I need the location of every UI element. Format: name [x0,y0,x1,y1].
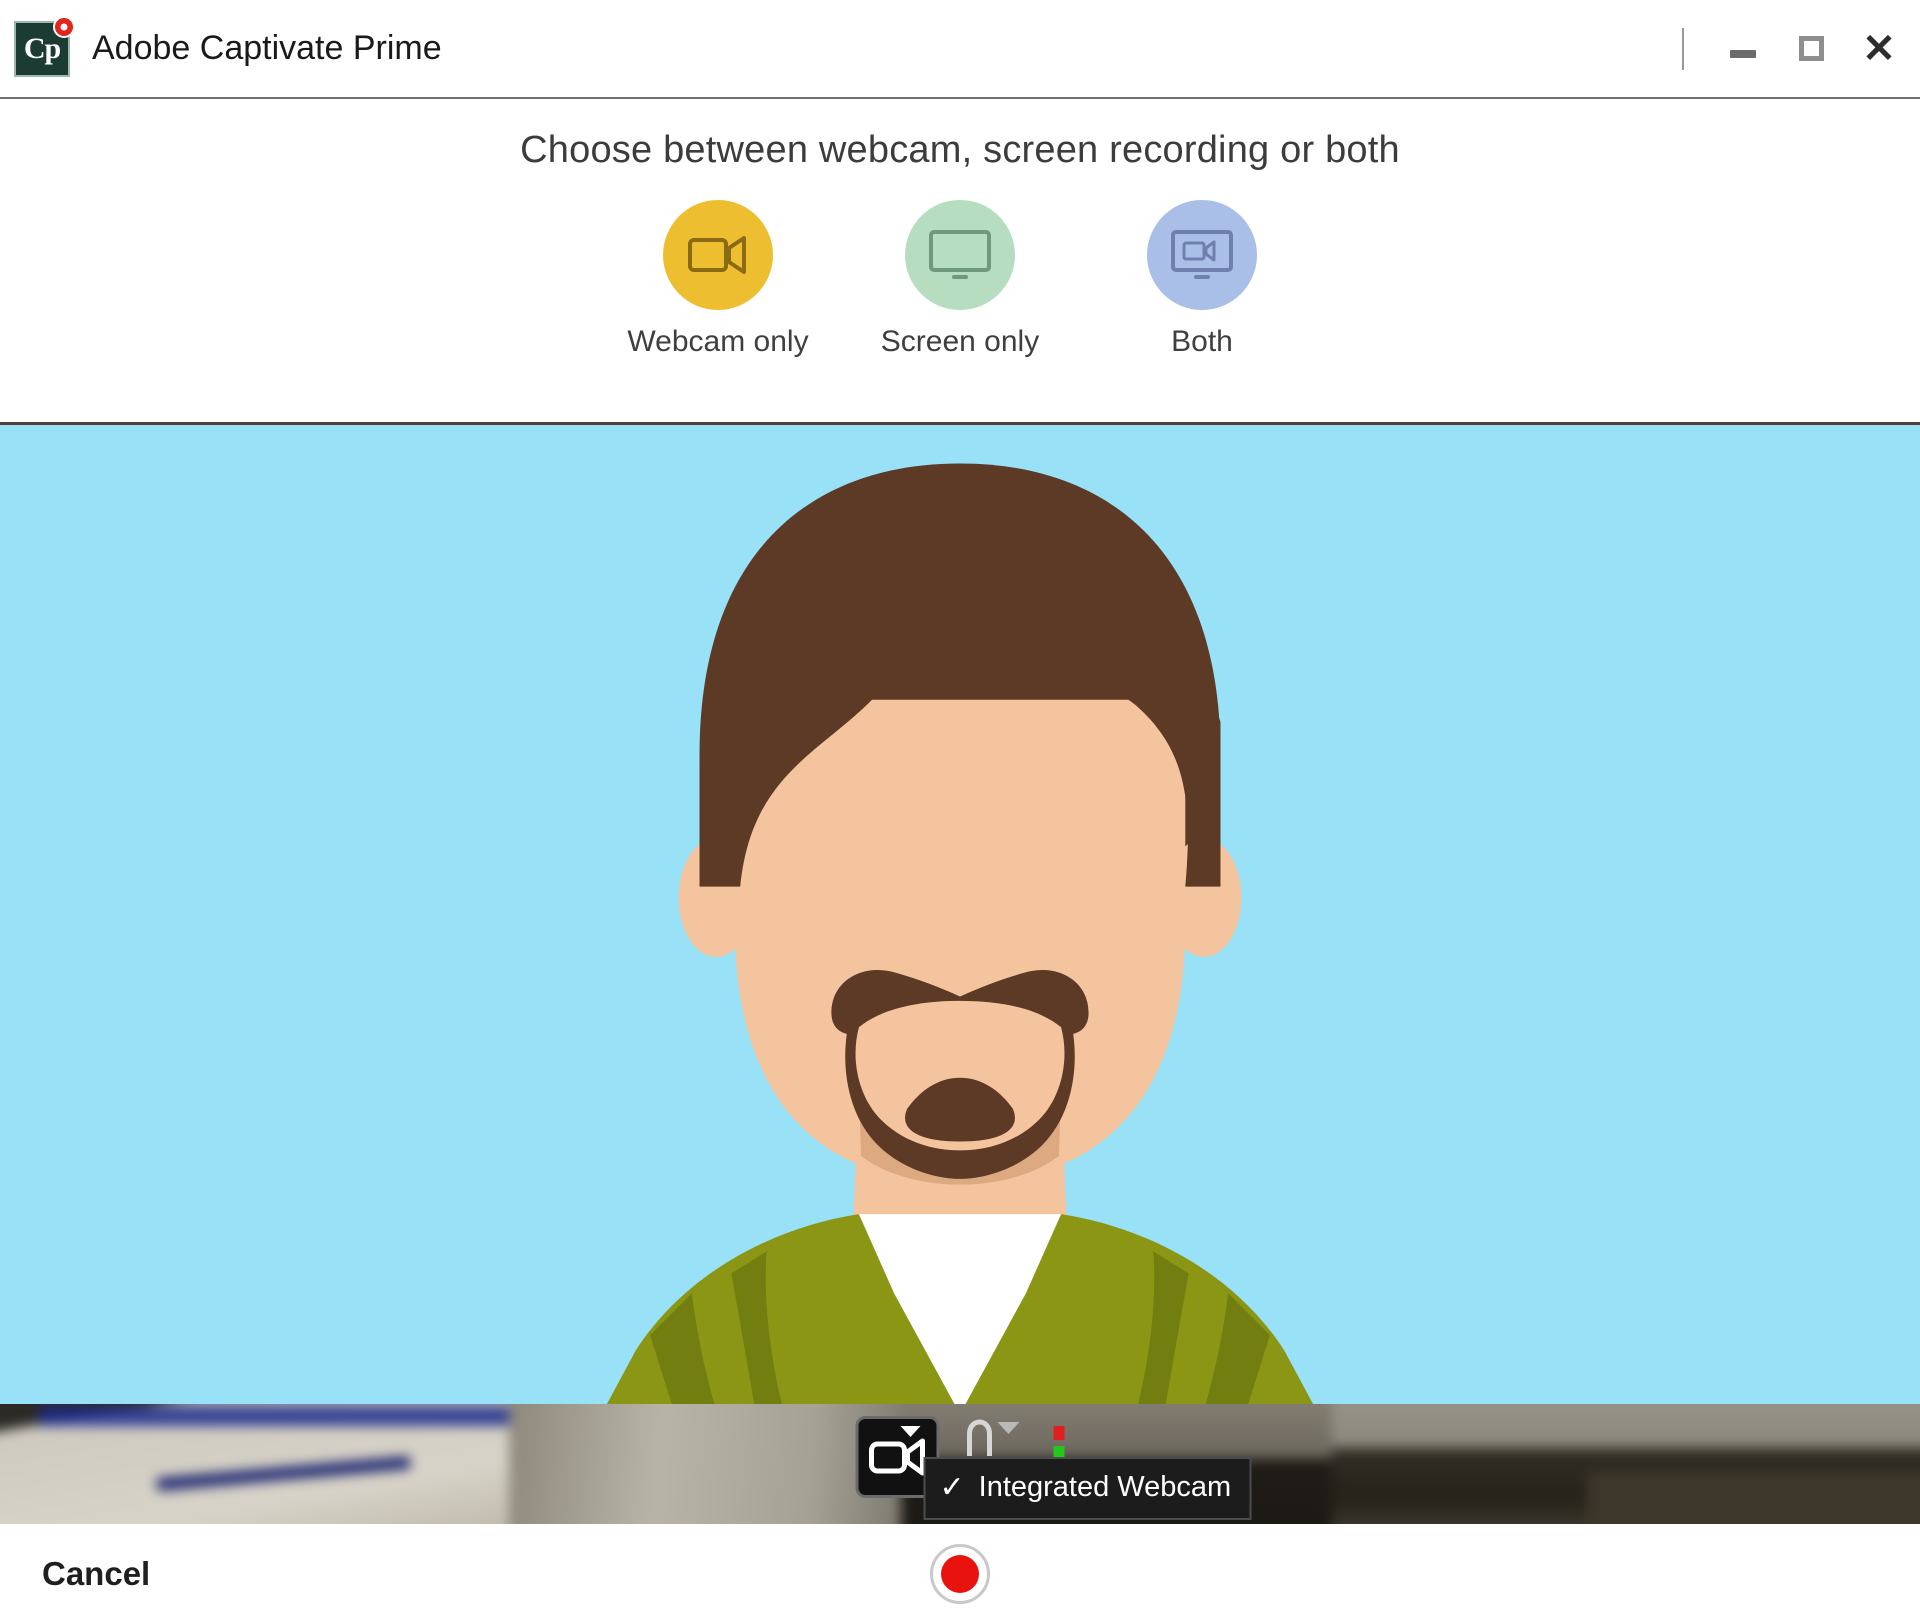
microphone-device-button[interactable] [964,1418,1020,1460]
mode-options-group: Webcam only Screen only Both [627,200,1277,359]
mode-option-label: Webcam only [627,325,809,358]
video-dark-region [1587,1472,1920,1524]
logo-notification-badge-icon [53,15,75,38]
monitor-icon [929,230,991,279]
video-blue-object [38,1406,510,1426]
title-bar: Cp Adobe Captivate Prime ✕ [0,0,1920,99]
mode-selection-panel: Choose between webcam, screen recording … [0,99,1920,425]
window-controls-separator [1682,27,1684,70]
app-window: Cp Adobe Captivate Prime ✕ Choose betwee… [0,0,1920,1624]
caret-down-icon [997,1422,1020,1434]
bottom-action-bar: Cancel [0,1524,1920,1624]
screen-only-circle [905,200,1015,310]
webcam-preview-stage: ✓ Integrated Webcam [0,425,1920,1524]
camera-device-menu-item[interactable]: Integrated Webcam [979,1471,1232,1504]
both-circle [1147,200,1257,310]
window-controls: ✕ [1682,27,1896,70]
mode-option-label: Both [1171,325,1233,358]
check-icon: ✓ [939,1470,965,1504]
maximize-icon[interactable] [1794,32,1828,66]
avatar-illustration [542,463,1378,1524]
record-button[interactable] [930,1544,990,1604]
minimize-icon[interactable] [1726,32,1760,66]
panel-heading: Choose between webcam, screen recording … [520,129,1400,171]
video-camera-icon [688,236,746,274]
mode-option-screen-only[interactable]: Screen only [881,200,1039,359]
mode-option-both[interactable]: Both [1127,200,1277,359]
camera-toolbar: ✓ Integrated Webcam [855,1404,1252,1520]
status-indicator-red [1053,1426,1065,1440]
close-icon[interactable]: ✕ [1862,29,1896,69]
record-dot-icon [941,1555,979,1593]
app-logo-icon: Cp [14,15,75,77]
microphone-icon [967,1419,992,1456]
video-camera-icon [869,1438,925,1476]
camera-device-menu[interactable]: ✓ Integrated Webcam [923,1457,1252,1520]
webcam-only-circle [663,200,773,310]
app-title: Adobe Captivate Prime [92,29,442,67]
mode-option-label: Screen only [880,325,1040,358]
mode-option-webcam-only[interactable]: Webcam only [627,200,809,359]
status-indicators [1053,1426,1065,1460]
cancel-button[interactable]: Cancel [42,1555,150,1593]
monitor-with-camera-icon [1171,230,1233,279]
caret-down-icon [900,1426,921,1437]
